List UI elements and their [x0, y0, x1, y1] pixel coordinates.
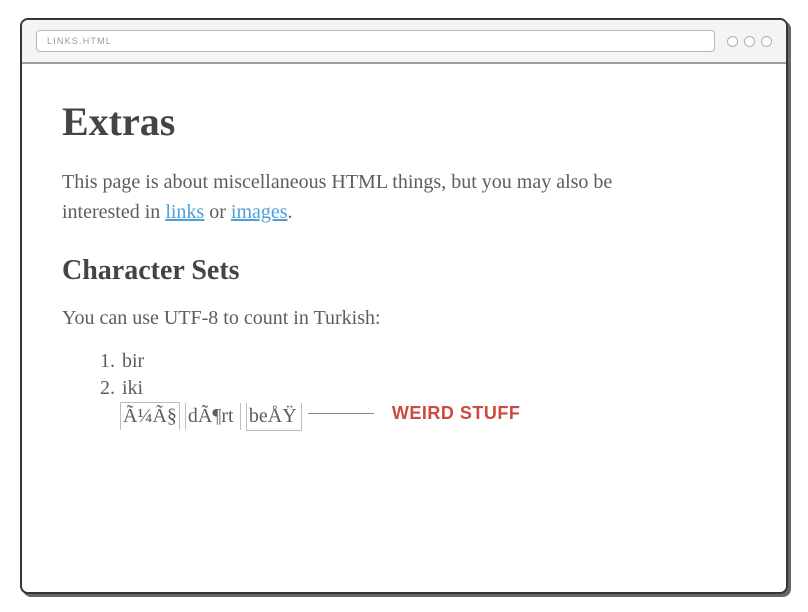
intro-paragraph: This page is about miscellaneous HTML th…: [62, 167, 622, 227]
list-item-garbled: Ã¼Ã§: [120, 402, 180, 430]
list-item-garbled: dÃ¶rt: [185, 403, 241, 430]
intro-text: .: [288, 201, 293, 223]
annotation-leader-line: [308, 413, 374, 414]
images-link[interactable]: images: [231, 201, 288, 223]
window-control-dot[interactable]: [761, 36, 772, 47]
list-item: iki: [120, 375, 302, 402]
list-item-garbled: beÅŸ: [246, 403, 302, 431]
url-bar[interactable]: LINKS.HTML: [36, 30, 715, 52]
section-heading: Character Sets: [62, 255, 746, 287]
list-item: bir: [120, 348, 302, 375]
window-controls: [727, 36, 772, 47]
intro-text: This page is about miscellaneous HTML th…: [62, 171, 612, 223]
window-control-dot[interactable]: [744, 36, 755, 47]
page-heading: Extras: [62, 98, 746, 145]
ordered-list: bir iki Ã¼Ã§ dÃ¶rt beÅŸ: [62, 348, 302, 431]
window-control-dot[interactable]: [727, 36, 738, 47]
links-link[interactable]: links: [165, 201, 204, 223]
annotation-label: WEIRD STUFF: [392, 403, 521, 424]
section-subtext: You can use UTF-8 to count in Turkish:: [62, 307, 746, 330]
page-content: Extras This page is about miscellaneous …: [22, 64, 786, 465]
url-text: LINKS.HTML: [47, 36, 112, 46]
browser-window: LINKS.HTML Extras This page is about mis…: [20, 18, 788, 594]
browser-chrome: LINKS.HTML: [22, 20, 786, 64]
intro-text: or: [209, 201, 231, 223]
